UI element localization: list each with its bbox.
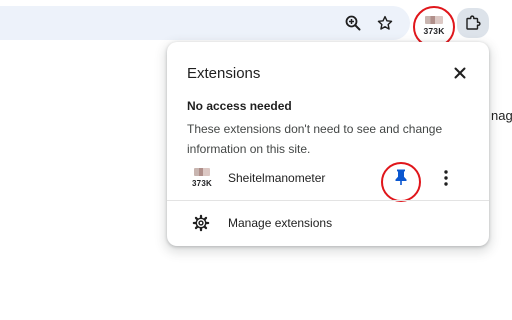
extensions-menu-button[interactable] (457, 8, 489, 38)
extension-badge-label: 373K (423, 26, 445, 36)
extensions-popup: Extensions No access needed These extens… (167, 42, 489, 246)
puzzle-icon (466, 15, 481, 30)
close-button[interactable] (449, 62, 471, 84)
pinned-extension-button[interactable]: 373K (414, 6, 454, 46)
extension-logo-image (194, 168, 210, 176)
extension-more-button[interactable] (436, 166, 456, 190)
extension-row-badge: 373K (192, 179, 212, 188)
section-description: These extensions don't need to see and c… (187, 122, 443, 156)
extension-name[interactable]: Sheitelmanometer (228, 171, 325, 185)
more-vert-icon (444, 170, 448, 186)
extension-logo-image (425, 16, 443, 24)
extension-row-logo[interactable]: 373K (189, 168, 215, 194)
pin-icon (395, 169, 407, 185)
background-page-text: nag (491, 108, 512, 123)
gear-icon (192, 214, 210, 232)
bookmark-star-button[interactable] (372, 10, 398, 36)
browser-window: 373K nag Extensions No access needed The… (0, 0, 512, 320)
pin-button[interactable] (390, 166, 412, 188)
manage-extensions-label: Manage extensions (228, 216, 333, 230)
close-icon (454, 67, 466, 79)
zoom-button[interactable] (340, 10, 366, 36)
zoom-in-icon (345, 15, 361, 31)
manage-extensions-item[interactable]: Manage extensions (167, 201, 489, 245)
star-icon (377, 15, 393, 30)
section-heading: No access needed (187, 99, 292, 113)
gear-container (191, 213, 211, 233)
popup-title: Extensions (187, 65, 261, 82)
